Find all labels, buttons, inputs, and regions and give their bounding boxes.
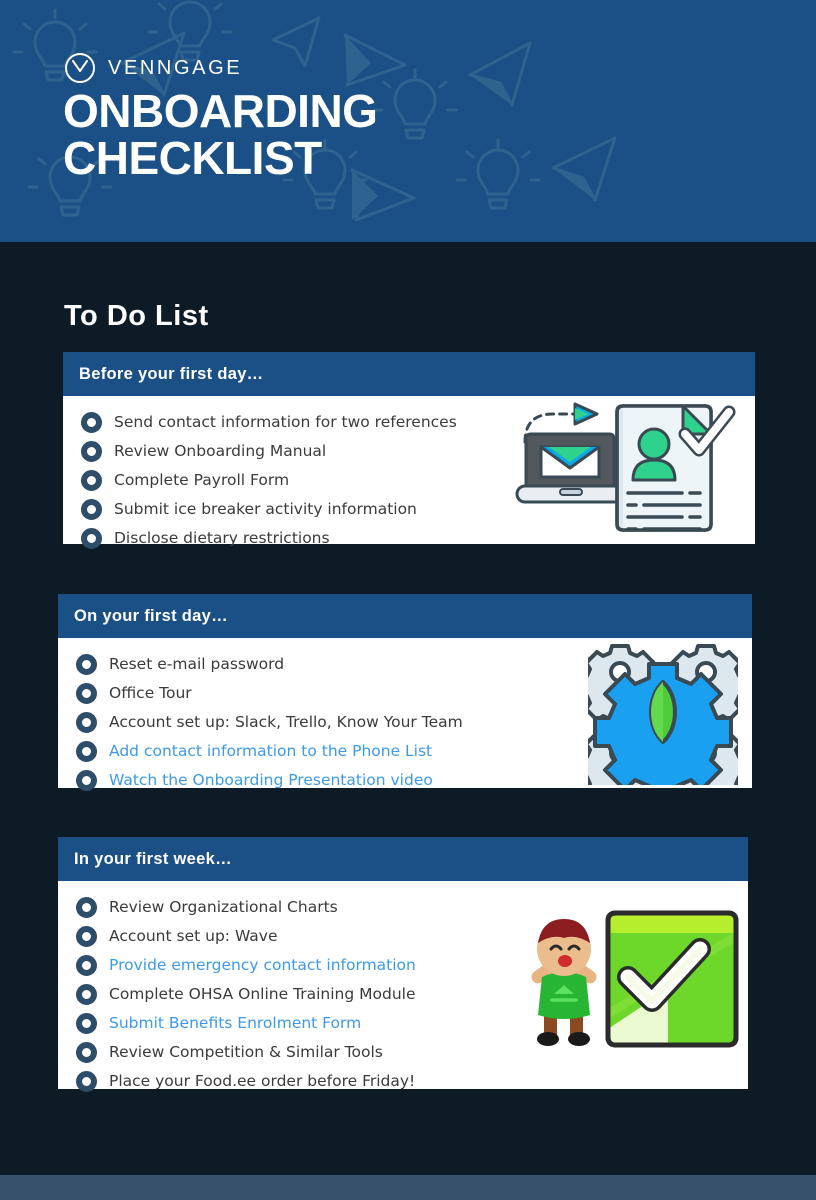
checklist-item[interactable]: Review Organizational Charts [58, 893, 748, 922]
checklist-item-label: Complete OHSA Online Training Module [109, 985, 416, 1003]
checkbox-circle-icon[interactable] [76, 654, 97, 675]
checklist-item[interactable]: Complete Payroll Form [63, 466, 755, 495]
checklist-item[interactable]: Review Onboarding Manual [63, 437, 755, 466]
checkbox-circle-icon[interactable] [81, 499, 102, 520]
checklist-item[interactable]: Add contact information to the Phone Lis… [58, 737, 752, 766]
group-header: Before your first day… [63, 352, 755, 396]
group-body: Send contact information for two referen… [63, 396, 755, 549]
checklist-group-before-first-day: Before your first day… Send contact info… [63, 352, 755, 549]
checkbox-circle-icon[interactable] [76, 712, 97, 733]
checkbox-circle-icon[interactable] [81, 412, 102, 433]
brand-logo[interactable]: VENNGAGE [64, 52, 242, 84]
checkbox-circle-icon[interactable] [76, 984, 97, 1005]
checkbox-circle-icon[interactable] [76, 926, 97, 947]
checkbox-circle-icon[interactable] [81, 441, 102, 462]
checklist-item[interactable]: Review Competition & Similar Tools [58, 1038, 748, 1067]
checklist-item-link[interactable]: Add contact information to the Phone Lis… [109, 737, 432, 766]
checklist-item-label: Office Tour [109, 684, 192, 702]
checklist-item-label: Disclose dietary restrictions [114, 529, 330, 547]
checklist-items: Review Organizational Charts Account set … [58, 893, 748, 1096]
checkbox-circle-icon[interactable] [76, 1071, 97, 1092]
group-body: Reset e-mail password Office Tour Account … [58, 638, 752, 809]
page-title: ONBOARDING CHECKLIST [63, 85, 378, 184]
checklist-item[interactable]: Office Tour [58, 679, 752, 708]
checklist-group-first-week: In your first week… Review Organizationa… [58, 837, 748, 1092]
page-title-line-2: CHECKLIST [63, 132, 322, 184]
checklist-item[interactable]: Account set up: Wave [58, 922, 748, 951]
brand-logo-text: VENNGAGE [108, 56, 243, 79]
checkbox-circle-icon[interactable] [76, 1013, 97, 1034]
checkbox-circle-icon[interactable] [76, 683, 97, 704]
checklist-item-link[interactable]: Watch the Onboarding Presentation video [109, 766, 433, 795]
group-header: In your first week… [58, 837, 748, 881]
checklist-item[interactable]: Send contact information for two referen… [63, 408, 755, 437]
checklist-item[interactable]: Submit Benefits Enrolment Form [58, 1009, 748, 1038]
checklist-item-label: Place your Food.ee order before Friday! [109, 1072, 416, 1090]
checkbox-circle-icon[interactable] [81, 528, 102, 549]
checklist-item-label: Account set up: Wave [109, 927, 278, 945]
group-body: Review Organizational Charts Account set … [58, 881, 748, 1092]
checklist-items: Reset e-mail password Office Tour Account … [58, 650, 752, 795]
checkbox-circle-icon[interactable] [81, 470, 102, 491]
checklist-item[interactable]: Provide emergency contact information [58, 951, 748, 980]
checklist-item[interactable]: Complete OHSA Online Training Module [58, 980, 748, 1009]
checklist-item[interactable]: Place your Food.ee order before Friday! [58, 1067, 748, 1096]
checklist-group-first-day: On your first day… Reset e-mail password… [58, 594, 752, 809]
checkbox-circle-icon[interactable] [76, 955, 97, 976]
checklist-item-label: Account set up: Slack, Trello, Know Your… [109, 713, 463, 731]
footer-strip [0, 1175, 816, 1200]
checklist-item-label: Submit ice breaker activity information [114, 500, 417, 518]
checklist-item[interactable]: Submit ice breaker activity information [63, 495, 755, 524]
checkbox-circle-icon[interactable] [76, 770, 97, 791]
checklist-item-label: Review Onboarding Manual [114, 442, 327, 460]
checkbox-circle-icon[interactable] [76, 741, 97, 762]
group-header: On your first day… [58, 594, 752, 638]
checklist-item[interactable]: Account set up: Slack, Trello, Know Your… [58, 708, 752, 737]
checkbox-circle-icon[interactable] [76, 1042, 97, 1063]
checklist-item-label: Complete Payroll Form [114, 471, 290, 489]
checklist-item[interactable]: Reset e-mail password [58, 650, 752, 679]
checklist-item[interactable]: Watch the Onboarding Presentation video [58, 766, 752, 795]
checklist-item-label: Review Competition & Similar Tools [109, 1043, 383, 1061]
checklist-item-link[interactable]: Submit Benefits Enrolment Form [109, 1009, 361, 1038]
checklist-item-label: Reset e-mail password [109, 655, 285, 673]
page-title-line-1: ONBOARDING [63, 85, 378, 137]
checklist-items: Send contact information for two referen… [63, 408, 755, 553]
checklist-item[interactable]: Disclose dietary restrictions [63, 524, 755, 553]
checklist-item-link[interactable]: Provide emergency contact information [109, 951, 416, 980]
checklist-item-label: Review Organizational Charts [109, 898, 338, 916]
todo-list-heading: To Do List [64, 300, 209, 332]
venngage-circle-logo-icon [65, 53, 95, 83]
page-banner: VENNGAGE ONBOARDING CHECKLIST [0, 0, 816, 242]
checklist-item-label: Send contact information for two referen… [114, 413, 457, 431]
checkbox-circle-icon[interactable] [76, 897, 97, 918]
